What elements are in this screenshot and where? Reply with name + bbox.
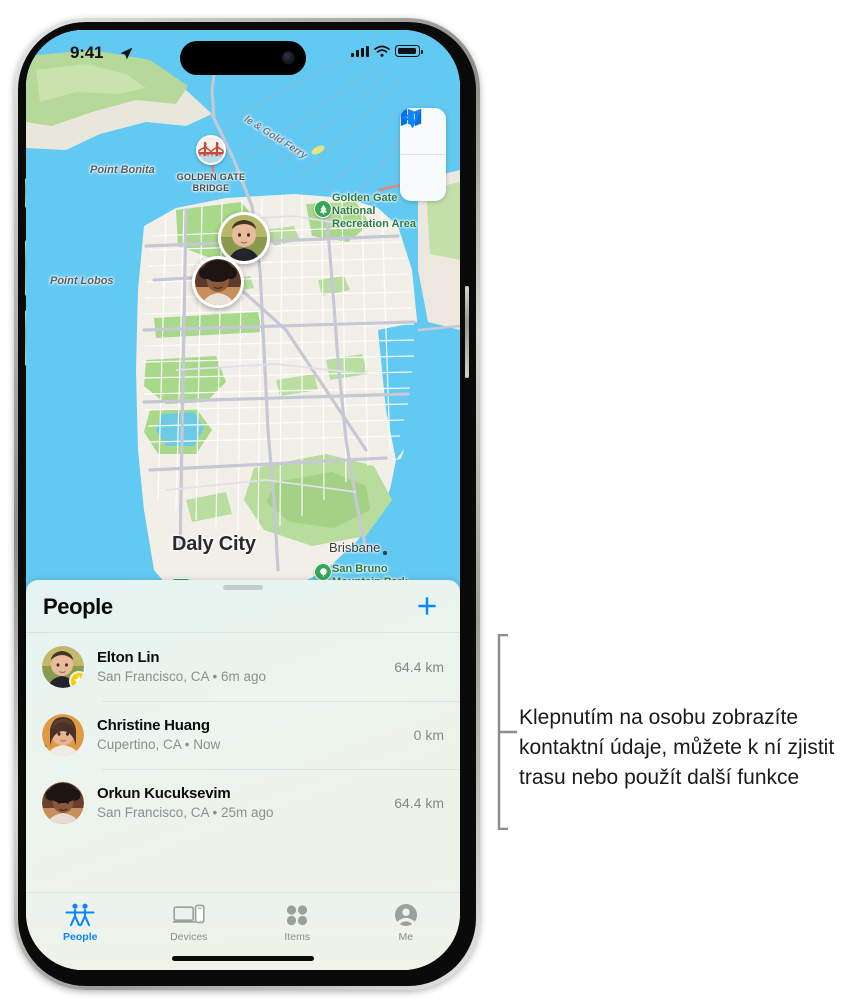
brisbane-city-dot (383, 551, 387, 555)
avatar (42, 646, 84, 688)
park-tree-icon-2[interactable] (314, 563, 332, 581)
map-canvas (26, 30, 460, 596)
dynamic-island (180, 41, 306, 75)
golden-gate-bridge-icon[interactable] (196, 135, 226, 165)
location-arrow-icon (120, 47, 133, 65)
favorite-star-badge (69, 671, 84, 688)
items-icon (285, 901, 309, 928)
navigation-arrow-icon (402, 109, 421, 128)
park-tree-icon[interactable] (314, 200, 332, 218)
cellular-bars-icon (351, 45, 369, 57)
list-item[interactable]: Christine Huang Cupertino, CA • Now 0 km (26, 701, 460, 769)
list-item-text: Christine Huang Cupertino, CA • Now (97, 716, 406, 754)
tab-label: Items (284, 931, 311, 943)
person-location: San Francisco, CA • 25m ago (97, 805, 274, 820)
front-camera (282, 51, 295, 65)
sheet-header: People (26, 580, 460, 632)
list-item-text: Orkun Kucuksevim San Francisco, CA • 25m… (97, 784, 386, 822)
person-distance: 64.4 km (394, 659, 444, 675)
person-circle-icon (394, 901, 418, 928)
person-distance: 0 km (413, 727, 444, 743)
home-indicator[interactable] (172, 956, 314, 961)
avatar (42, 782, 84, 824)
plus-icon (418, 597, 436, 615)
locate-me-button[interactable] (400, 109, 446, 201)
person-location: San Francisco, CA • 6m ago (97, 669, 267, 684)
tab-label: Me (398, 931, 414, 943)
tab-me[interactable]: Me (352, 893, 461, 970)
screenshot-root: Point Bonita Point Lobos le & Gold Ferry… (0, 0, 867, 1008)
power-button[interactable] (465, 286, 469, 378)
callout-text: Klepnutím na osobu zobrazíte kontaktní ú… (519, 706, 835, 789)
list-item[interactable]: Elton Lin San Francisco, CA • 6m ago 64.… (26, 633, 460, 701)
callout-bracket (497, 634, 517, 830)
phone-frame: Point Bonita Point Lobos le & Gold Ferry… (14, 18, 480, 990)
person-name: Christine Huang (97, 717, 210, 734)
status-bar-time: 9:41 (70, 43, 104, 62)
battery-icon (395, 45, 423, 57)
phone-screen: Point Bonita Point Lobos le & Gold Ferry… (26, 30, 460, 970)
star-icon (73, 675, 84, 686)
map-pin-orkun-kucuksevim[interactable] (192, 256, 244, 308)
status-bar: 9:41 (26, 30, 460, 80)
map-controls (400, 108, 446, 201)
devices-icon (172, 901, 205, 928)
person-name: Orkun Kucuksevim (97, 785, 231, 802)
person-location: Cupertino, CA • Now (97, 737, 221, 752)
add-person-button[interactable] (412, 591, 442, 621)
avatar (42, 714, 84, 756)
wifi-icon (374, 45, 390, 57)
person-distance: 64.4 km (394, 795, 444, 811)
tab-label: People (63, 931, 98, 943)
page-title: People (43, 594, 113, 619)
people-icon (65, 901, 95, 928)
map-view[interactable]: Point Bonita Point Lobos le & Gold Ferry… (26, 30, 460, 596)
map-pin-elton-lin[interactable] (218, 212, 270, 264)
status-bar-indicators (351, 45, 423, 57)
people-list: Elton Lin San Francisco, CA • 6m ago 64.… (26, 632, 460, 837)
tab-people[interactable]: People (26, 893, 135, 970)
list-item-text: Elton Lin San Francisco, CA • 6m ago (97, 648, 386, 686)
tab-label: Devices (170, 931, 208, 943)
person-name: Elton Lin (97, 649, 160, 666)
list-item[interactable]: Orkun Kucuksevim San Francisco, CA • 25m… (26, 769, 460, 837)
